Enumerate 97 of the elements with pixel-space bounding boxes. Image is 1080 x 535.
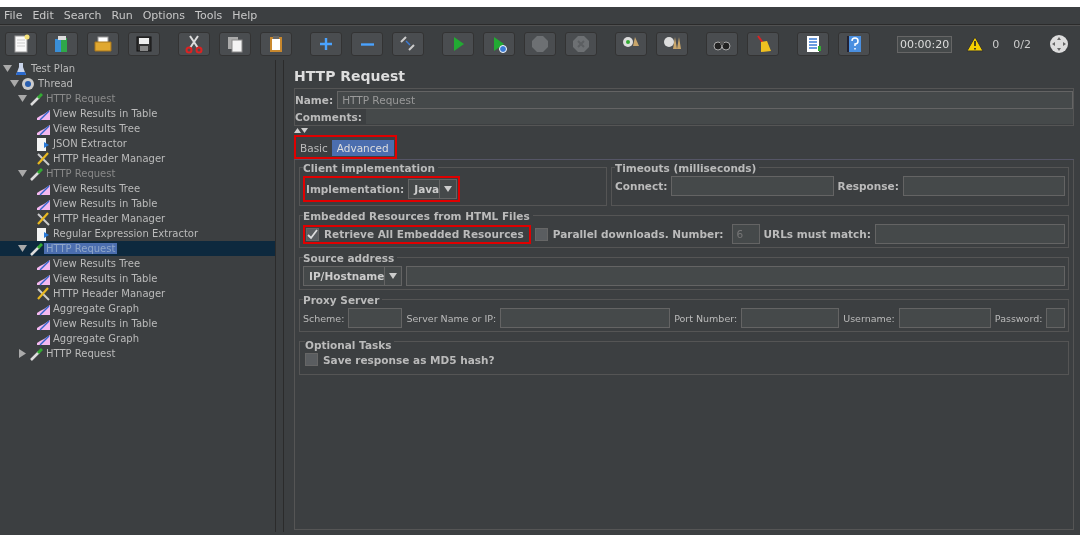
document-arrow-icon bbox=[36, 226, 50, 241]
tree-item[interactable]: View Results in Table bbox=[0, 271, 275, 286]
tree-item[interactable]: Aggregate Graph bbox=[0, 331, 275, 346]
url-pattern-field[interactable] bbox=[875, 224, 1065, 244]
field-label: Connect: bbox=[615, 180, 668, 192]
input-field[interactable] bbox=[348, 308, 403, 328]
tools-icon bbox=[36, 151, 50, 166]
pipette-icon bbox=[29, 346, 43, 361]
input-field[interactable] bbox=[898, 308, 991, 328]
collapse-arrows-icon[interactable] bbox=[294, 127, 308, 133]
address-type-dropdown[interactable]: IP/Hostname bbox=[303, 266, 403, 286]
toolbar-button[interactable] bbox=[46, 32, 78, 56]
group-title: Proxy Server bbox=[303, 294, 383, 306]
group-title: Optional Tasks bbox=[305, 339, 395, 351]
toolbar-button[interactable] bbox=[128, 32, 160, 56]
menu-item[interactable]: Edit bbox=[32, 9, 54, 22]
folder-icon bbox=[93, 34, 113, 54]
pipette-icon bbox=[29, 166, 43, 181]
field-label: URLs must match: bbox=[763, 228, 871, 240]
toolbar-button[interactable] bbox=[615, 32, 647, 56]
checkbox-label: Parallel downloads. Number: bbox=[552, 228, 724, 240]
menu-item[interactable]: Tools bbox=[195, 9, 223, 22]
tree-item[interactable]: HTTP Request bbox=[0, 346, 275, 361]
tree-item[interactable]: Test Plan bbox=[0, 61, 275, 76]
field-label: Implementation: bbox=[306, 183, 405, 195]
menu-item[interactable]: File bbox=[4, 9, 23, 22]
toolbar-button[interactable] bbox=[483, 32, 515, 56]
tree-item[interactable]: View Results Tree bbox=[0, 256, 275, 271]
copy-icon bbox=[225, 34, 245, 54]
warning-icon bbox=[966, 36, 985, 52]
toolbar-button[interactable] bbox=[838, 32, 870, 56]
input-field[interactable] bbox=[902, 176, 1065, 196]
toolbar-button[interactable] bbox=[656, 32, 688, 56]
pipette-icon bbox=[29, 241, 43, 256]
field-label: Response: bbox=[837, 180, 899, 192]
field-label: Scheme: bbox=[303, 312, 345, 324]
gear-icon bbox=[21, 76, 35, 91]
flask-icon bbox=[14, 61, 28, 76]
field-label: Server Name or IP: bbox=[406, 312, 497, 324]
octagon-icon bbox=[530, 34, 550, 54]
octagon-icon bbox=[571, 34, 591, 54]
input-field[interactable] bbox=[741, 308, 840, 328]
group-title: Client implementation bbox=[303, 162, 438, 174]
help-book-icon bbox=[844, 34, 864, 54]
error-count: 0 bbox=[992, 37, 1000, 51]
scissors-icon bbox=[184, 34, 204, 54]
tree-item[interactable]: Thread bbox=[0, 76, 275, 91]
group-title: Embedded Resources from HTML Files bbox=[303, 210, 533, 222]
tree-item[interactable]: View Results in Table bbox=[0, 316, 275, 331]
panel-title: HTTP Request bbox=[294, 68, 407, 86]
toolbar-button[interactable] bbox=[178, 32, 210, 56]
tab[interactable]: Advanced bbox=[331, 140, 394, 156]
toolbar-button[interactable] bbox=[797, 32, 829, 56]
pipette-icon bbox=[29, 91, 43, 106]
field-label: Password: bbox=[994, 312, 1043, 324]
minus-icon bbox=[360, 42, 374, 46]
field-label: Name: bbox=[295, 94, 334, 106]
toolbar-button[interactable] bbox=[392, 32, 424, 56]
tree-item[interactable]: Aggregate Graph bbox=[0, 301, 275, 316]
page-icon bbox=[11, 34, 31, 54]
checkbox[interactable] bbox=[305, 353, 318, 366]
name-field[interactable]: HTTP Request bbox=[337, 91, 1073, 109]
menu-item[interactable]: Help bbox=[232, 9, 258, 22]
implementation-dropdown[interactable]: Java bbox=[408, 179, 458, 199]
checkbox-label: Save response as MD5 hash? bbox=[323, 353, 495, 366]
thread-count: 0/2 bbox=[1013, 37, 1031, 51]
menu-item[interactable]: Search bbox=[63, 9, 102, 22]
input-field[interactable] bbox=[500, 308, 671, 328]
toolbar-button[interactable] bbox=[219, 32, 251, 56]
elapsed-time: 00:00:20 bbox=[896, 35, 953, 53]
tools-icon bbox=[36, 211, 50, 226]
checkbox[interactable] bbox=[306, 227, 319, 241]
toolbar-button[interactable] bbox=[747, 32, 779, 56]
input-field[interactable] bbox=[671, 176, 834, 196]
group-title: Timeouts (milliseconds) bbox=[615, 162, 760, 174]
expanded-arrow-icon[interactable] bbox=[18, 244, 27, 253]
field-label: Comments: bbox=[295, 110, 362, 123]
toolbar-button[interactable] bbox=[5, 32, 37, 56]
dropdown-arrow-icon bbox=[444, 186, 453, 192]
toolbar-button[interactable] bbox=[260, 32, 292, 56]
input-field[interactable] bbox=[1046, 308, 1065, 328]
group-title: Source address bbox=[303, 252, 398, 264]
collapsed-arrow-icon[interactable] bbox=[18, 349, 27, 358]
comments-field[interactable] bbox=[365, 109, 1073, 124]
checkbox-label: Retrieve All Embedded Resources bbox=[324, 228, 524, 240]
checkbox[interactable] bbox=[534, 227, 548, 241]
tree-item[interactable]: HTTP Header Manager bbox=[0, 286, 275, 301]
dropdown-arrow-icon bbox=[389, 273, 398, 279]
document-arrow-icon bbox=[36, 136, 50, 151]
tools-icon bbox=[36, 286, 50, 301]
toolbar-button[interactable] bbox=[87, 32, 119, 56]
source-address-field[interactable] bbox=[406, 266, 1065, 286]
remote-icon[interactable] bbox=[1049, 34, 1069, 54]
field-label: Username: bbox=[843, 312, 895, 324]
menu-item[interactable]: Options bbox=[142, 9, 186, 22]
menu-item[interactable]: Run bbox=[111, 9, 133, 22]
field-label: Port Number: bbox=[674, 312, 738, 324]
